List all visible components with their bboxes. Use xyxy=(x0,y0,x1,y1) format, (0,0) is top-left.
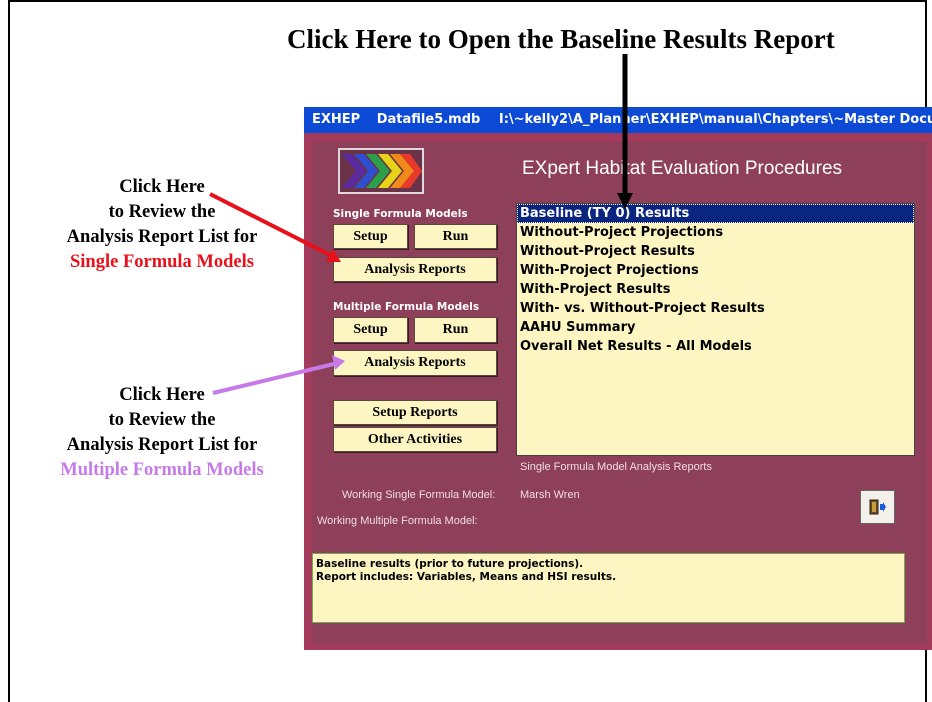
arrow-to-baseline xyxy=(617,54,633,209)
arrow-to-multiple-analysis xyxy=(212,355,345,395)
annotation-arrows xyxy=(209,54,633,395)
arrow-to-single-analysis xyxy=(209,192,341,262)
